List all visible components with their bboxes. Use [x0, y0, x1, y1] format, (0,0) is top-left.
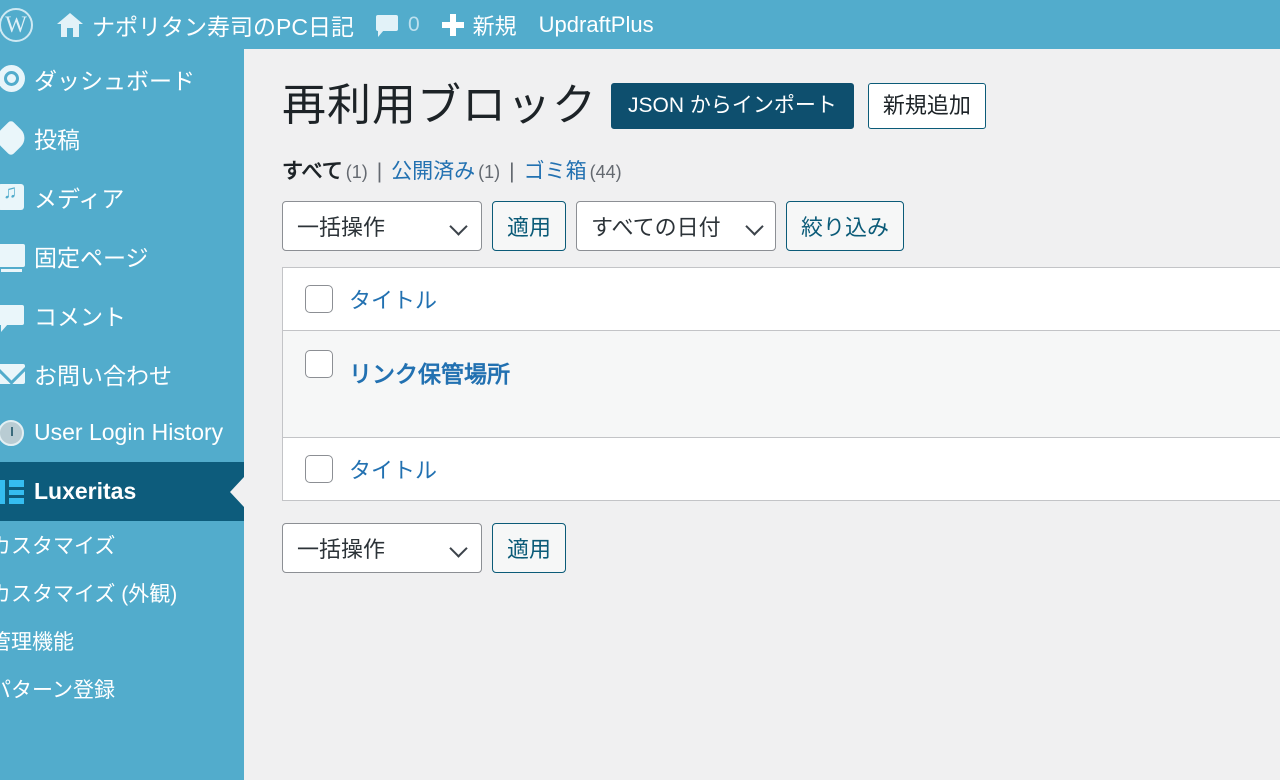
filter-link-published[interactable]: 公開済み	[391, 155, 475, 185]
wordpress-logo-icon: W	[0, 7, 33, 42]
chevron-down-icon	[449, 217, 468, 236]
sidebar-item-contact[interactable]: お問い合わせ	[0, 344, 244, 403]
chevron-down-icon	[745, 217, 764, 236]
home-icon	[57, 12, 83, 38]
filter-link-all[interactable]: すべて	[282, 155, 343, 185]
media-icon	[0, 182, 34, 210]
sidebar-item-posts[interactable]: 投稿	[0, 108, 244, 167]
filter-separator: |	[509, 160, 515, 183]
select-all-footer	[282, 437, 349, 501]
comment-bubble-icon	[375, 14, 398, 37]
page-header: 再利用ブロック JSON からインポート 新規追加	[282, 77, 1280, 135]
date-filter-select[interactable]: すべての日付	[576, 201, 777, 251]
current-menu-arrow-icon	[230, 476, 244, 507]
new-content-label: 新規	[472, 13, 517, 39]
site-name-menu[interactable]: ナポリタン寿司のPC日記	[46, 0, 365, 49]
sidebar-item-label: お問い合わせ	[34, 362, 172, 389]
row-checkbox[interactable]	[305, 350, 333, 378]
comment-count-label: 0	[407, 12, 420, 36]
sidebar-subitem-label: カスタマイズ	[0, 535, 116, 558]
plus-icon	[441, 13, 464, 36]
sidebar-item-luxeritas[interactable]: Luxeritas	[0, 462, 244, 521]
sidebar-item-label: メディア	[34, 185, 125, 212]
table-row: リンク保管場所	[282, 330, 1280, 438]
title-column-footer: タイトル	[349, 437, 1280, 501]
sidebar-subitem-label: 管理機能	[0, 631, 74, 654]
title-column-header: タイトル	[349, 267, 1280, 331]
sidebar-item-comments[interactable]: コメント	[0, 285, 244, 344]
import-from-json-button[interactable]: JSON からインポート	[611, 83, 854, 129]
tablenav-bottom: 一括操作 適用	[282, 523, 1280, 573]
site-title-label: ナポリタン寿司のPC日記	[92, 13, 354, 40]
comment-icon	[0, 304, 34, 332]
row-title-cell: リンク保管場所	[349, 331, 1280, 438]
filter-separator: |	[376, 160, 383, 183]
table-head: タイトル	[282, 267, 1280, 331]
sidebar-item-pages[interactable]: 固定ページ	[0, 226, 244, 285]
table-header-row: タイトル	[282, 267, 1280, 331]
table-body: リンク保管場所	[282, 330, 1280, 438]
tablenav-top: 一括操作 適用 すべての日付 絞り込み	[282, 201, 1280, 251]
admin-sidebar-menu: ダッシュボード 投稿 メディア 固定ページ コメント お問い合わせ User L…	[0, 49, 244, 780]
mail-icon	[0, 363, 34, 384]
bulk-action-select-top[interactable]: 一括操作	[282, 201, 482, 251]
table-footer-row: タイトル	[282, 437, 1280, 501]
luxeritas-icon	[0, 479, 34, 504]
sidebar-subitem-admin-features[interactable]: 管理機能	[0, 617, 244, 665]
reusable-blocks-table: タイトル リンク保管場所 タイトル	[282, 267, 1280, 501]
chevron-down-icon	[449, 539, 468, 558]
sort-by-title-link-bottom[interactable]: タイトル	[349, 453, 437, 485]
add-new-button[interactable]: 新規追加	[867, 82, 986, 130]
sidebar-item-label: ダッシュボード	[34, 67, 195, 94]
sidebar-subitem-label: カスタマイズ (外観)	[0, 583, 178, 606]
sidebar-item-label: User Login History	[34, 419, 224, 445]
sidebar-item-label: コメント	[34, 303, 126, 330]
apply-button-top[interactable]: 適用	[492, 201, 567, 251]
filter-count-published: (1)	[478, 162, 501, 182]
sidebar-item-label: 固定ページ	[34, 244, 149, 271]
filter-link-trash[interactable]: ゴミ箱	[524, 155, 587, 185]
bulk-action-value-top: 一括操作	[297, 215, 386, 240]
admin-bar: W ナポリタン寿司のPC日記 0 新規 UpdraftPlus	[0, 0, 1280, 49]
bulk-action-select-bottom[interactable]: 一括操作	[282, 523, 482, 573]
sidebar-item-media[interactable]: メディア	[0, 167, 244, 226]
sidebar-subitem-pattern-registration[interactable]: パターン登録	[0, 665, 244, 713]
apply-button-bottom[interactable]: 適用	[492, 523, 567, 573]
row-select-cell	[283, 331, 350, 438]
row-title-link[interactable]: リンク保管場所	[349, 331, 510, 389]
page-title: 再利用ブロック	[282, 81, 597, 130]
clock-icon	[0, 419, 34, 446]
select-all-header	[282, 267, 349, 331]
wordpress-admin-screen: W ナポリタン寿司のPC日記 0 新規 UpdraftPlus ダッシュボード	[0, 0, 1280, 780]
filter-count-trash: (44)	[589, 162, 622, 182]
page-icon	[0, 244, 34, 272]
sidebar-item-dashboard[interactable]: ダッシュボード	[0, 49, 244, 108]
table-foot: タイトル	[282, 437, 1280, 501]
sidebar-subitem-customize[interactable]: カスタマイズ	[0, 521, 244, 569]
filter-count-all: (1)	[345, 162, 368, 182]
new-content-menu[interactable]: 新規	[431, 0, 528, 49]
sidebar-item-label: 投稿	[34, 126, 80, 153]
sidebar-subitem-customize-appearance[interactable]: カスタマイズ (外観)	[0, 569, 244, 617]
sort-by-title-link-top[interactable]: タイトル	[349, 283, 437, 315]
select-all-checkbox-top[interactable]	[305, 285, 333, 313]
dashboard-icon	[0, 65, 34, 92]
pin-icon	[0, 119, 34, 156]
comments-menu[interactable]: 0	[365, 0, 431, 49]
bulk-action-value-bottom: 一括操作	[297, 537, 386, 562]
sidebar-subitem-label: パターン登録	[0, 679, 115, 702]
updraftplus-menu[interactable]: UpdraftPlus	[528, 0, 665, 49]
select-all-checkbox-bottom[interactable]	[305, 455, 333, 483]
updraftplus-label: UpdraftPlus	[538, 11, 654, 37]
main-content: 再利用ブロック JSON からインポート 新規追加 すべて (1) | 公開済み…	[244, 49, 1280, 780]
sidebar-item-label: Luxeritas	[34, 478, 137, 504]
sidebar-item-user-login-history[interactable]: User Login History	[0, 403, 244, 462]
wordpress-logo-button[interactable]: W	[0, 0, 46, 49]
filter-button[interactable]: 絞り込み	[786, 201, 905, 251]
status-filter-links: すべて (1) | 公開済み (1) | ゴミ箱 (44)	[282, 155, 1280, 185]
date-filter-value: すべての日付	[591, 215, 721, 240]
